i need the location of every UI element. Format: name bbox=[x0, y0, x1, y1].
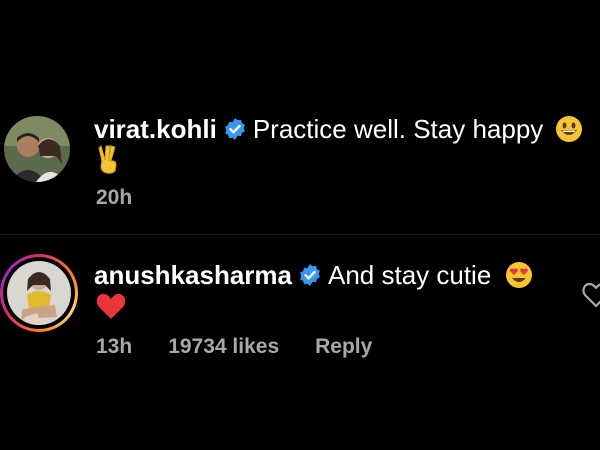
avatar-photo-icon bbox=[4, 116, 70, 182]
victory-hand-emoji-icon bbox=[96, 144, 120, 179]
comment-meta: 13h 19734 likes Reply bbox=[96, 335, 408, 359]
like-heart-icon[interactable] bbox=[582, 282, 600, 308]
avatar-photo-icon bbox=[7, 261, 71, 325]
avatar-story-ring[interactable] bbox=[0, 254, 78, 332]
verified-badge-icon bbox=[223, 115, 247, 149]
comment-text: Practice well. Stay happy bbox=[252, 114, 544, 144]
divider bbox=[0, 234, 600, 235]
avatar bbox=[7, 261, 71, 325]
reply-button[interactable]: Reply bbox=[315, 335, 372, 358]
comment-meta: 20h bbox=[96, 186, 168, 210]
comment-username[interactable]: virat.kohli bbox=[94, 114, 217, 144]
verified-badge-icon bbox=[298, 261, 322, 295]
comment-time: 13h bbox=[96, 335, 133, 358]
comment-time: 20h bbox=[96, 186, 133, 209]
comment-username[interactable]: anushkasharma bbox=[94, 260, 292, 290]
likes-count[interactable]: 19734 likes bbox=[168, 335, 279, 358]
avatar[interactable] bbox=[4, 116, 70, 182]
grinning-face-emoji-icon bbox=[555, 115, 583, 151]
red-heart-emoji-icon bbox=[96, 292, 126, 325]
comment-text: And stay cutie bbox=[327, 260, 492, 290]
heart-eyes-emoji-icon bbox=[505, 261, 533, 297]
